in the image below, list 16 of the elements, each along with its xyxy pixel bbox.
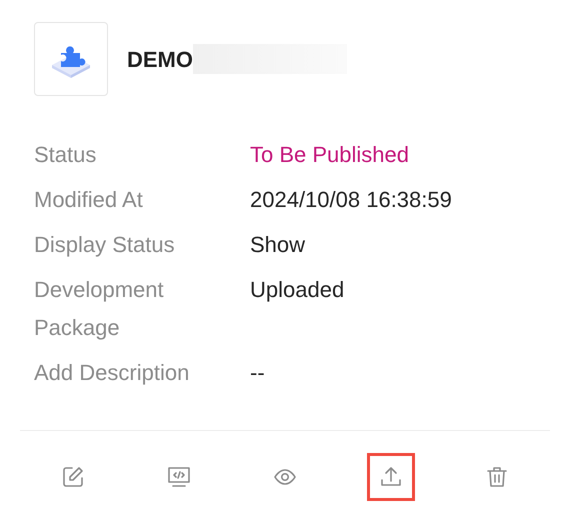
field-value: --	[250, 359, 265, 387]
field-label: Display Status	[34, 231, 176, 259]
field-label: Status	[34, 141, 98, 169]
field-value: 2024/10/08 16:38:59	[250, 186, 452, 214]
field-label: Development Package	[34, 276, 165, 342]
upload-button[interactable]	[367, 453, 415, 501]
upload-icon	[379, 465, 403, 489]
field-label: Modified At	[34, 186, 144, 214]
code-monitor-icon	[167, 465, 191, 489]
field-label: Add Description	[34, 359, 190, 387]
field-value: Show	[250, 231, 306, 259]
field-value: To Be Published	[250, 141, 409, 169]
field-value: Uploaded	[250, 276, 344, 304]
edit-icon	[61, 465, 85, 489]
app-title: DEMO	[127, 46, 193, 74]
trash-icon	[485, 465, 509, 489]
